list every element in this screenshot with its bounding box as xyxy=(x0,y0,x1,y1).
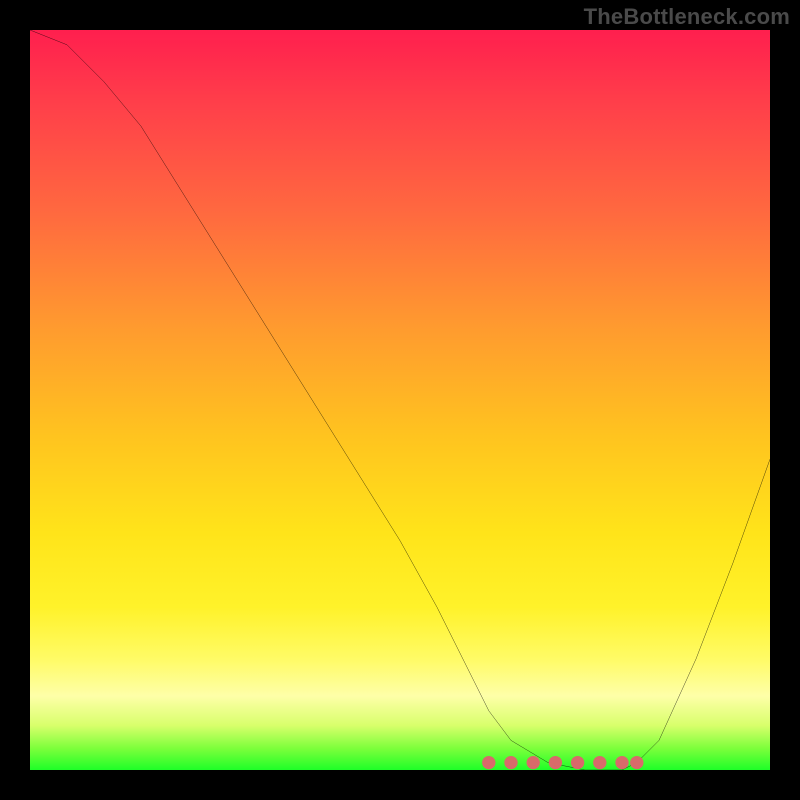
marker-dot xyxy=(549,756,562,769)
marker-dot xyxy=(630,756,643,769)
optimal-range-markers xyxy=(482,756,643,769)
marker-dot xyxy=(593,756,606,769)
chart-frame: TheBottleneck.com xyxy=(0,0,800,800)
bottleneck-curve xyxy=(30,30,770,770)
marker-dot xyxy=(504,756,517,769)
plot-area xyxy=(30,30,770,770)
marker-dot xyxy=(615,756,628,769)
marker-dot xyxy=(482,756,495,769)
watermark-text: TheBottleneck.com xyxy=(584,4,790,30)
marker-dot xyxy=(527,756,540,769)
chart-svg xyxy=(30,30,770,770)
marker-dot xyxy=(571,756,584,769)
